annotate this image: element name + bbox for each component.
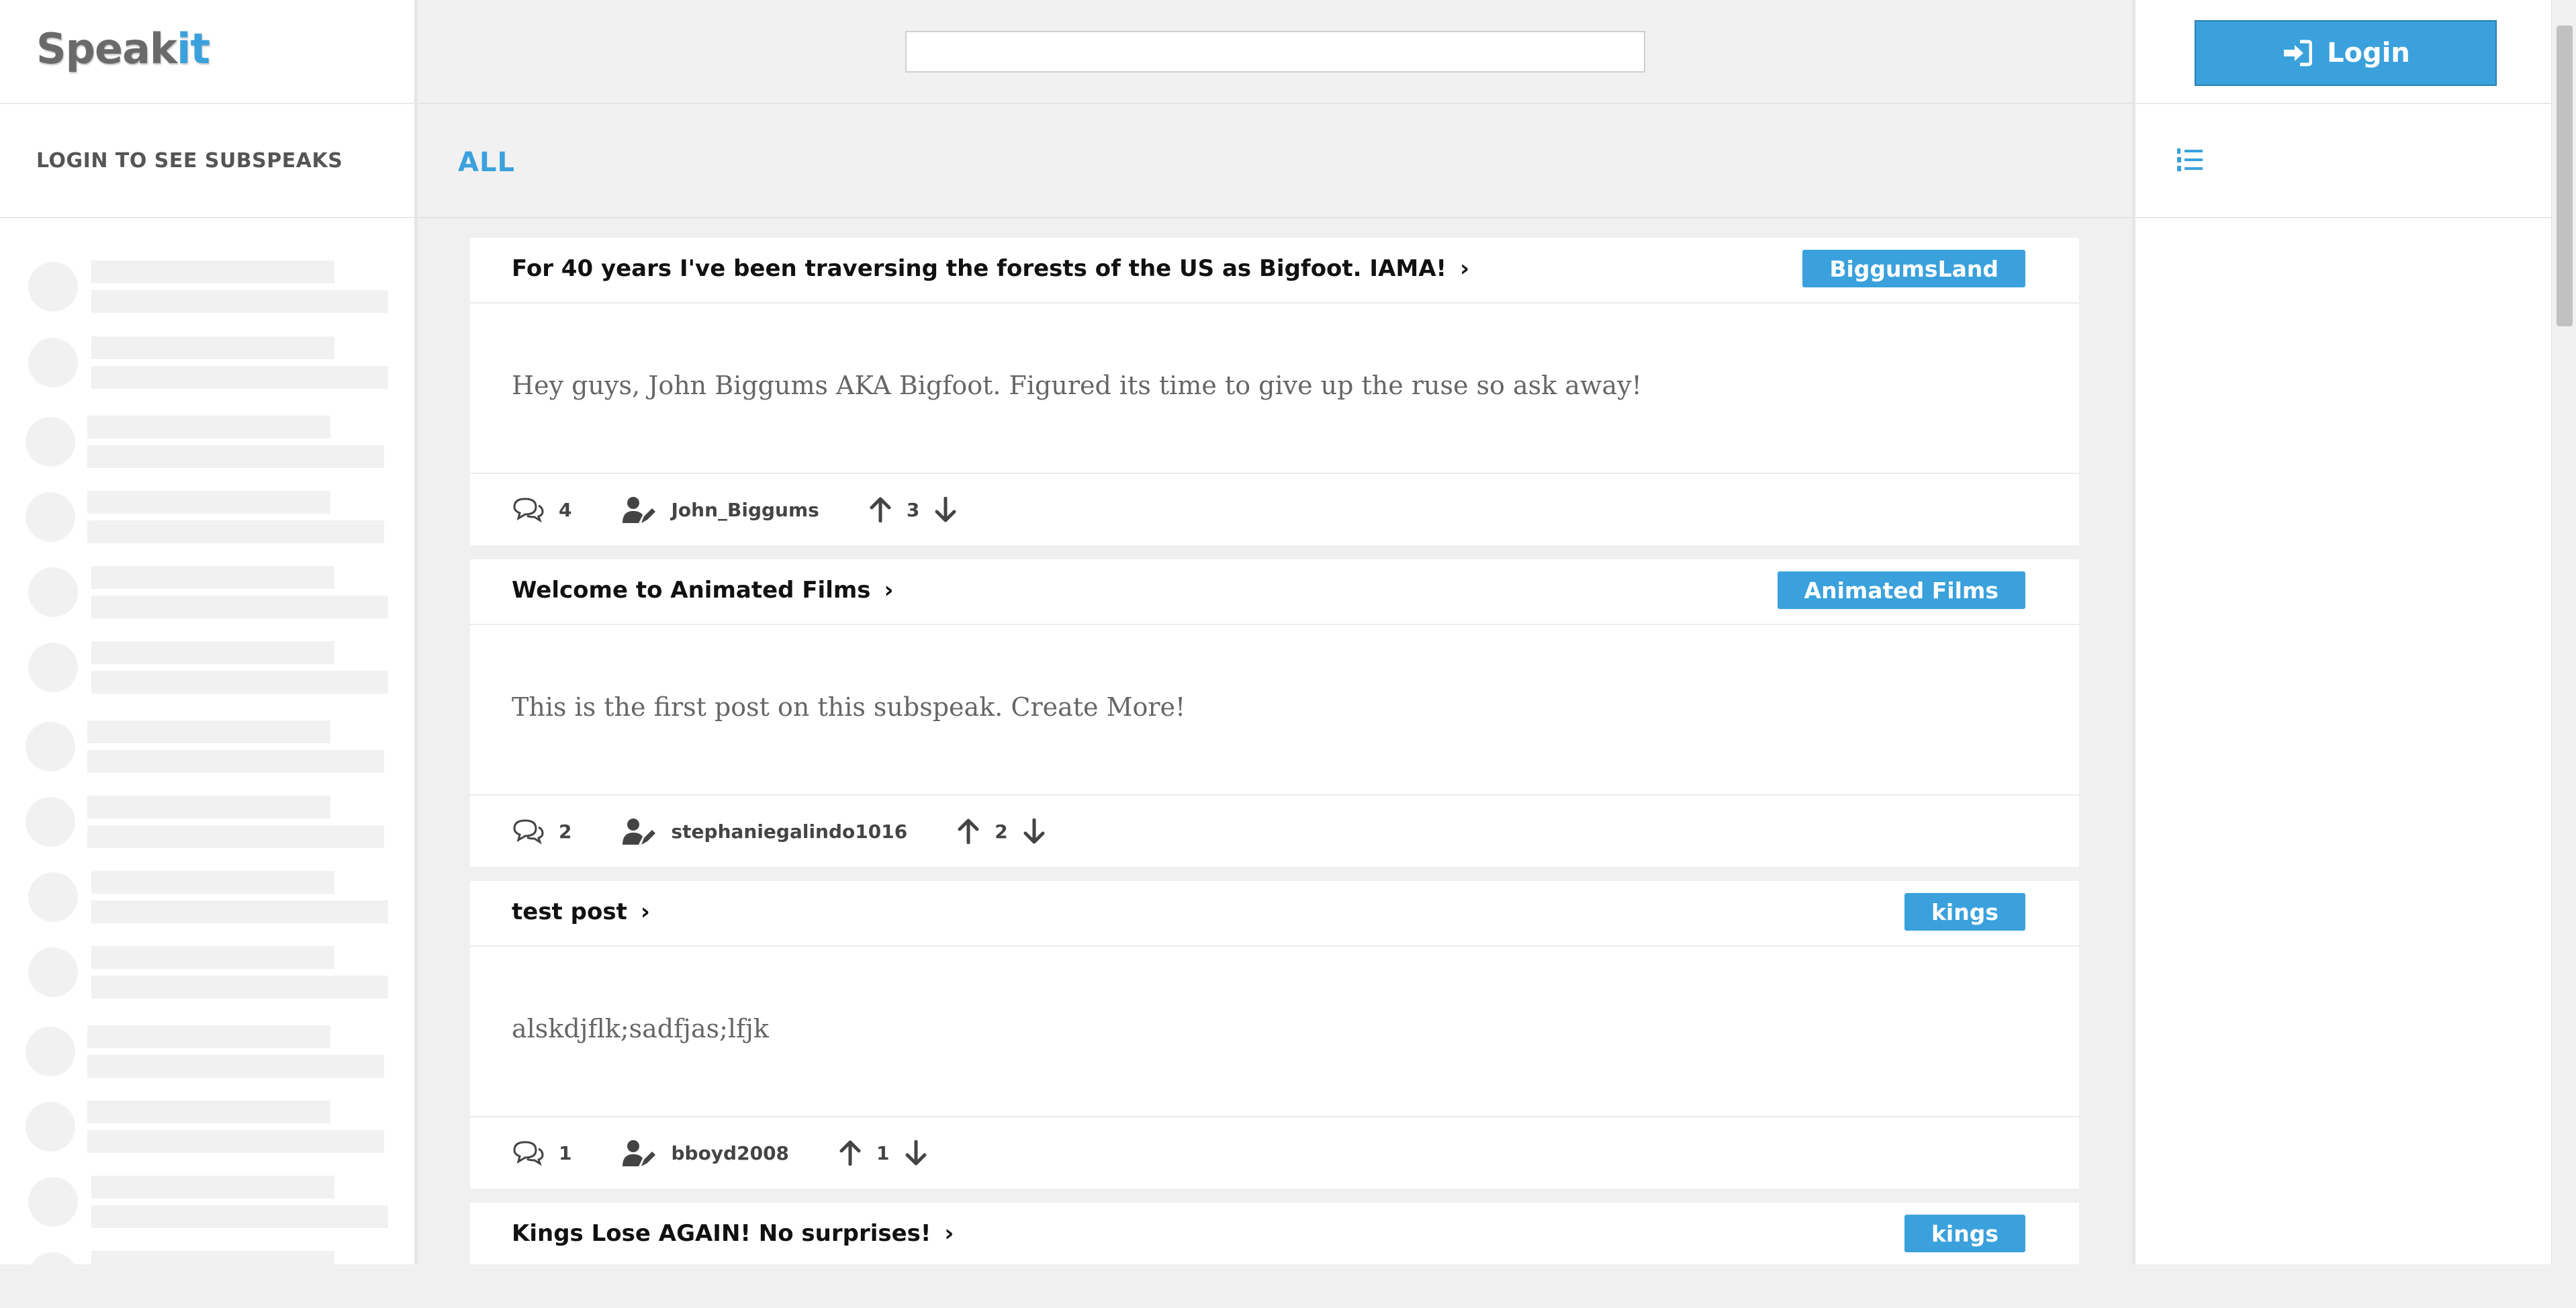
comment-count: 1: [559, 1141, 572, 1164]
post-card: Kings Lose AGAIN! No surprises! › kings: [470, 1203, 2079, 1264]
skeleton-item: [0, 563, 403, 623]
right-rail: Login: [2132, 0, 2551, 1264]
chevron-right-icon: ›: [944, 1220, 954, 1247]
post-header: Welcome to Animated Films › Animated Film…: [470, 559, 2079, 625]
skeleton-item: [0, 717, 403, 778]
comments-icon[interactable]: [512, 818, 544, 845]
skeleton-item: [0, 792, 403, 853]
chevron-right-icon: ›: [884, 577, 894, 604]
skeleton-item: [0, 333, 403, 393]
vote-count: 2: [995, 820, 1008, 843]
post-text: This is the first post on this subspeak.…: [512, 692, 1186, 722]
comments-icon[interactable]: [512, 1139, 544, 1166]
post-header: test post › kings: [470, 881, 2079, 947]
skeleton-item: [0, 943, 403, 1003]
subspeak-tag[interactable]: kings: [1904, 1215, 2025, 1252]
filter-all-tab[interactable]: ALL: [458, 147, 515, 178]
skeleton-item: [0, 487, 403, 548]
arrow-up-icon[interactable]: [869, 497, 892, 522]
left-sidebar: Speakit LOGIN TO SEE SUBSPEAKS: [0, 0, 418, 1302]
skeleton-item: [0, 412, 403, 473]
post-text: alskdjflk;sadfjas;lfjk: [512, 1014, 769, 1043]
speakit-logo[interactable]: Speakit: [36, 24, 210, 73]
skeleton-item: [0, 868, 403, 928]
comment-count: 2: [559, 820, 572, 843]
post-title: Kings Lose AGAIN! No surprises!: [512, 1220, 931, 1247]
arrow-up-icon[interactable]: [957, 819, 980, 844]
login-button[interactable]: Login: [2195, 20, 2497, 86]
user-edit-icon: [623, 497, 656, 523]
chevron-right-icon: ›: [1460, 255, 1470, 282]
right-rail-top: Login: [2135, 0, 2551, 104]
post-title-link[interactable]: test post ›: [512, 898, 650, 925]
skeleton-item: [0, 1172, 403, 1233]
post-title-link[interactable]: Welcome to Animated Films ›: [512, 577, 894, 604]
vote-count: 1: [876, 1141, 890, 1164]
post-author[interactable]: stephaniegalindo1016: [671, 821, 907, 843]
post-body: alskdjflk;sadfjas;lfjk: [470, 947, 2079, 1117]
comment-count: 4: [559, 498, 572, 521]
arrow-down-icon[interactable]: [905, 1140, 927, 1166]
post-title-link[interactable]: For 40 years I've been traversing the fo…: [512, 255, 1469, 282]
search-input[interactable]: [905, 31, 1645, 73]
skeleton-item: [0, 1022, 403, 1082]
post-text: Hey guys, John Biggums AKA Bigfoot. Figu…: [512, 371, 1642, 400]
logo-area: Speakit: [0, 0, 414, 104]
speakit-page: Speakit LOGIN TO SEE SUBSPEAKS ALL Login…: [0, 0, 2576, 1302]
login-arrow-icon: [2284, 40, 2313, 66]
post-header: For 40 years I've been traversing the fo…: [470, 238, 2079, 303]
post-header: Kings Lose AGAIN! No surprises! › kings: [470, 1203, 2079, 1264]
right-rail-controls: [2135, 104, 2551, 218]
vote-count: 3: [906, 498, 920, 521]
scrollbar-thumb[interactable]: [2557, 26, 2573, 326]
feed-filter-bar: ALL: [418, 104, 2132, 218]
page-scrollbar[interactable]: [2551, 0, 2576, 1264]
top-header: [418, 0, 2132, 104]
post-footer: 2 stephaniegalindo1016 2: [470, 796, 2079, 867]
arrow-down-icon[interactable]: [934, 497, 957, 522]
arrow-down-icon[interactable]: [1023, 819, 1046, 844]
subspeak-tag[interactable]: kings: [1904, 893, 2025, 931]
logo-text-accent: it: [177, 24, 210, 73]
chevron-right-icon: ›: [640, 898, 650, 925]
post-card: Welcome to Animated Films › Animated Film…: [470, 559, 2079, 867]
comments-icon[interactable]: [512, 496, 544, 523]
user-edit-icon: [623, 1140, 656, 1166]
user-edit-icon: [623, 819, 656, 845]
post-title: For 40 years I've been traversing the fo…: [512, 255, 1447, 282]
post-author[interactable]: bboyd2008: [671, 1142, 789, 1164]
login-label: Login: [2327, 38, 2410, 68]
skeleton-item: [0, 1248, 403, 1308]
subspeaks-login-prompt[interactable]: LOGIN TO SEE SUBSPEAKS: [0, 104, 414, 218]
arrow-up-icon[interactable]: [839, 1140, 862, 1166]
post-body: Hey guys, John Biggums AKA Bigfoot. Figu…: [470, 303, 2079, 474]
numbered-list-icon[interactable]: [2176, 146, 2204, 174]
post-footer: 4 John_Biggums 3: [470, 474, 2079, 545]
post-body: This is the first post on this subspeak.…: [470, 625, 2079, 796]
skeleton-item: [0, 257, 403, 318]
post-title-link[interactable]: Kings Lose AGAIN! No surprises! ›: [512, 1220, 954, 1247]
post-footer: 1 bboyd2008 1: [470, 1117, 2079, 1188]
skeleton-item: [0, 1097, 403, 1158]
logo-text-main: Speak: [36, 24, 177, 73]
subspeak-tag[interactable]: Animated Films: [1777, 571, 2025, 609]
post-title: Welcome to Animated Films: [512, 577, 871, 604]
post-card: test post › kings alskdjflk;sadfjas;lfjk …: [470, 881, 2079, 1188]
post-card: For 40 years I've been traversing the fo…: [470, 238, 2079, 545]
post-author[interactable]: John_Biggums: [671, 499, 819, 521]
post-title: test post: [512, 898, 627, 925]
skeleton-item: [0, 638, 403, 698]
subspeak-tag[interactable]: BiggumsLand: [1802, 250, 2025, 287]
